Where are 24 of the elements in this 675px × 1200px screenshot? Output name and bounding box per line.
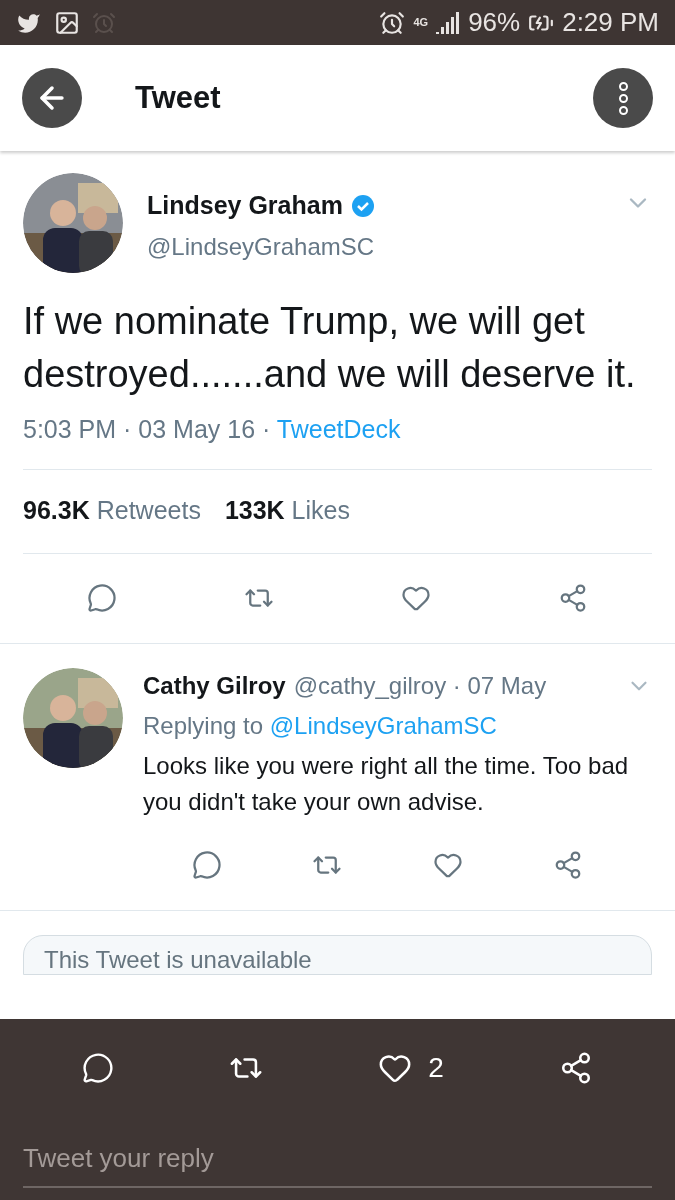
alarm-icon	[379, 9, 406, 36]
signal-icon	[436, 11, 461, 34]
reply-input[interactable]: Tweet your reply	[23, 1139, 652, 1178]
stat-count[interactable]: 96.3K Retweets	[23, 492, 201, 530]
back-button[interactable]	[22, 68, 82, 128]
tweet-text: If we nominate Trump, we will get destroyed.......and we will deserve it.	[23, 299, 637, 397]
image-icon	[54, 9, 80, 36]
reply-handle-date: @cathy_gilroy · 07 May	[293, 670, 547, 701]
stat-count[interactable]: 133K Likes	[224, 492, 350, 530]
reply-text: Looks like you were right all the time. Too bad you didn't take your own advise.	[143, 750, 630, 817]
reply-author-name[interactable]: Cathy Gilroy	[143, 667, 286, 704]
reply-field[interactable]: Tweet your reply	[23, 1139, 652, 1188]
battery-percent: 96%	[468, 6, 521, 39]
reply-icon[interactable]	[81, 1052, 114, 1084]
author-handle[interactable]: @LindseyGrahamSC	[147, 228, 375, 265]
header-title: Tweet	[135, 78, 221, 117]
more-button[interactable]	[593, 68, 653, 128]
clock-time: 2:29 PM	[562, 6, 659, 39]
network-type: 4G	[413, 15, 429, 31]
tweet-meta: 5:03 PM · 03 May 16 · TweetDeck	[23, 411, 652, 470]
like-count: 2	[428, 1051, 444, 1085]
unavailable-text: This Tweet is unavailable	[44, 945, 312, 973]
replying-to: Replying to @LindseyGrahamSC	[143, 710, 498, 741]
author-name[interactable]: Lindsey Graham	[147, 187, 343, 225]
